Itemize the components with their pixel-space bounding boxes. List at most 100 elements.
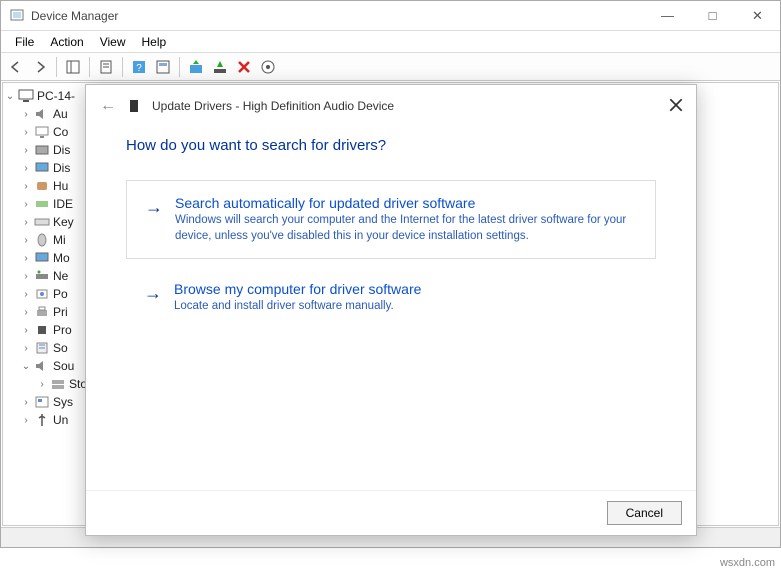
mouse-icon bbox=[34, 233, 50, 247]
tree-node-label: Mi bbox=[53, 233, 66, 247]
toolbar-separator bbox=[89, 57, 90, 77]
monitor-icon bbox=[34, 251, 50, 265]
dialog-question: How do you want to search for drivers? bbox=[126, 137, 656, 154]
app-icon bbox=[9, 8, 25, 24]
software-icon bbox=[34, 341, 50, 355]
dialog-body: How do you want to search for drivers? →… bbox=[86, 119, 696, 490]
tree-node-label: Hu bbox=[53, 179, 68, 193]
toolbar-separator bbox=[122, 57, 123, 77]
computer-icon bbox=[34, 125, 50, 139]
keyboard-icon bbox=[34, 215, 50, 229]
tree-node-label: Mo bbox=[53, 251, 70, 265]
dialog-back-button[interactable]: ← bbox=[100, 97, 116, 115]
expand-icon[interactable]: › bbox=[21, 289, 31, 300]
collapse-icon[interactable]: ⌄ bbox=[21, 361, 31, 372]
back-button[interactable] bbox=[5, 56, 27, 78]
expand-icon[interactable]: › bbox=[21, 397, 31, 408]
menu-help[interactable]: Help bbox=[134, 33, 175, 51]
tree-node-label: IDE bbox=[53, 197, 73, 211]
menu-file[interactable]: File bbox=[7, 33, 42, 51]
computer-icon bbox=[18, 89, 34, 103]
option-title: Browse my computer for driver software bbox=[174, 281, 421, 297]
option-browse-computer[interactable]: → Browse my computer for driver software… bbox=[126, 281, 656, 329]
uninstall-button[interactable] bbox=[209, 56, 231, 78]
expand-icon[interactable]: › bbox=[21, 271, 31, 282]
menu-action[interactable]: Action bbox=[42, 33, 91, 51]
expand-icon[interactable]: › bbox=[21, 181, 31, 192]
tree-node-label: Key bbox=[53, 215, 74, 229]
storage-icon bbox=[50, 377, 66, 391]
update-driver-button[interactable] bbox=[185, 56, 207, 78]
option-title: Search automatically for updated driver … bbox=[175, 195, 639, 211]
minimize-button[interactable]: — bbox=[645, 1, 690, 30]
port-icon bbox=[34, 287, 50, 301]
cancel-button[interactable]: Cancel bbox=[607, 501, 682, 525]
tree-node-label: Dis bbox=[53, 143, 70, 157]
tree-node-label: So bbox=[53, 341, 68, 355]
titlebar: Device Manager — □ ✕ bbox=[1, 1, 780, 31]
option-description: Windows will search your computer and th… bbox=[175, 213, 639, 244]
svg-text:?: ? bbox=[136, 63, 142, 74]
tree-node-label: Pro bbox=[53, 323, 72, 337]
tree-node-label: Sou bbox=[53, 359, 74, 373]
speaker-icon bbox=[34, 359, 50, 373]
scan-button[interactable] bbox=[152, 56, 174, 78]
watermark: wsxdn.com bbox=[720, 557, 775, 569]
scan-hardware-button[interactable] bbox=[257, 56, 279, 78]
tree-node-label: Dis bbox=[53, 161, 70, 175]
expand-icon[interactable]: › bbox=[21, 145, 31, 156]
expand-icon[interactable]: › bbox=[21, 199, 31, 210]
hid-icon bbox=[34, 179, 50, 193]
tree-node-label: Ne bbox=[53, 269, 68, 283]
ide-icon bbox=[34, 197, 50, 211]
expand-icon[interactable]: › bbox=[21, 163, 31, 174]
tree-root-label: PC-14- bbox=[37, 89, 75, 103]
disk-icon bbox=[34, 143, 50, 157]
window-title: Device Manager bbox=[31, 9, 645, 23]
expand-icon[interactable]: › bbox=[21, 325, 31, 336]
expand-icon[interactable]: › bbox=[21, 235, 31, 246]
expand-icon[interactable]: › bbox=[21, 217, 31, 228]
help-button[interactable]: ? bbox=[128, 56, 150, 78]
properties-button[interactable] bbox=[95, 56, 117, 78]
arrow-right-icon: → bbox=[144, 281, 162, 315]
close-button[interactable]: ✕ bbox=[735, 1, 780, 30]
toolbar-separator bbox=[56, 57, 57, 77]
expand-icon[interactable]: › bbox=[37, 379, 47, 390]
system-icon bbox=[34, 395, 50, 409]
expand-icon[interactable]: › bbox=[21, 253, 31, 264]
printer-icon bbox=[34, 305, 50, 319]
update-drivers-dialog: ← Update Drivers - High Definition Audio… bbox=[85, 84, 697, 536]
tree-node-label: Au bbox=[53, 107, 68, 121]
maximize-button[interactable]: □ bbox=[690, 1, 735, 30]
toolbar-separator bbox=[179, 57, 180, 77]
window-controls: — □ ✕ bbox=[645, 1, 780, 30]
cpu-icon bbox=[34, 323, 50, 337]
expand-icon[interactable]: › bbox=[21, 415, 31, 426]
network-icon bbox=[34, 269, 50, 283]
arrow-right-icon: → bbox=[145, 195, 163, 244]
expand-icon[interactable]: › bbox=[21, 127, 31, 138]
option-description: Locate and install driver software manua… bbox=[174, 299, 421, 315]
option-search-automatically[interactable]: → Search automatically for updated drive… bbox=[126, 180, 656, 259]
tree-node-label: Po bbox=[53, 287, 68, 301]
expand-icon[interactable]: › bbox=[21, 307, 31, 318]
tree-node-label: Un bbox=[53, 413, 68, 427]
expand-icon[interactable]: › bbox=[21, 109, 31, 120]
forward-button[interactable] bbox=[29, 56, 51, 78]
usb-icon bbox=[34, 413, 50, 427]
dialog-title: Update Drivers - High Definition Audio D… bbox=[152, 99, 394, 113]
speaker-icon bbox=[34, 107, 50, 121]
dialog-footer: Cancel bbox=[86, 490, 696, 535]
monitor-icon bbox=[34, 161, 50, 175]
dialog-close-button[interactable] bbox=[668, 97, 684, 113]
menu-view[interactable]: View bbox=[92, 33, 134, 51]
menubar: File Action View Help bbox=[1, 31, 780, 53]
show-hide-tree-button[interactable] bbox=[62, 56, 84, 78]
expand-icon[interactable]: › bbox=[21, 343, 31, 354]
device-icon bbox=[126, 99, 142, 113]
disable-button[interactable] bbox=[233, 56, 255, 78]
tree-node-label: Co bbox=[53, 125, 68, 139]
collapse-icon[interactable]: ⌄ bbox=[5, 91, 15, 102]
dialog-header: ← Update Drivers - High Definition Audio… bbox=[86, 85, 696, 119]
